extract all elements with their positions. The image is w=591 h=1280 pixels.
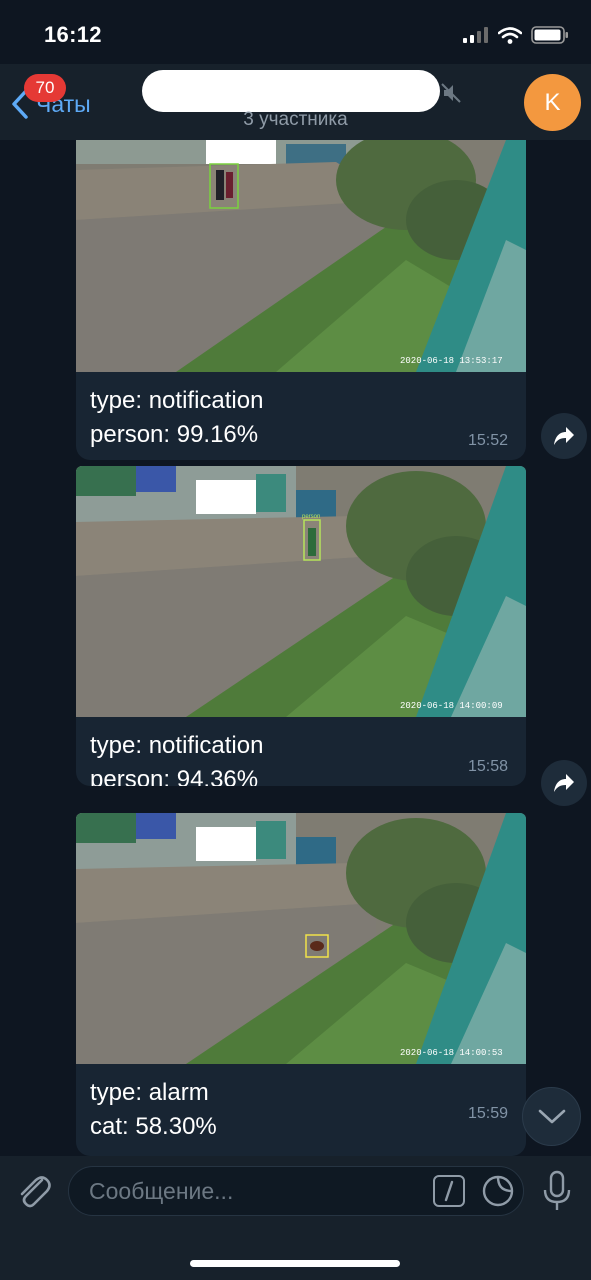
chevron-down-icon (538, 1109, 565, 1123)
share-icon (554, 774, 574, 792)
mute-icon (441, 83, 461, 103)
message-line-type: type: notification (90, 732, 264, 759)
status-time: 16:12 (44, 22, 102, 47)
command-button[interactable] (433, 1175, 465, 1207)
chat-subtitle: 3 участника (243, 109, 348, 130)
signal-icon (463, 27, 488, 43)
camera-photo[interactable]: 2020-06-18 14:00:53 (76, 813, 526, 1064)
photo-overlay-timestamp: 2020-06-18 13:53:17 (400, 356, 503, 366)
paperclip-icon[interactable] (14, 1170, 54, 1212)
photo-overlay-timestamp: 2020-06-18 14:00:09 (400, 701, 503, 711)
chat-avatar[interactable]: K (524, 74, 581, 131)
message-time: 15:59 (467, 1105, 508, 1122)
photo-message[interactable]: person 2020-06-18 14:00:09 type: notific… (76, 466, 526, 786)
chat-header: Чаты 70 3 участника K (0, 64, 591, 140)
chat-title-redacted[interactable] (142, 70, 440, 112)
forward-button[interactable] (541, 760, 587, 806)
message-line-type: type: alarm (90, 1079, 209, 1106)
message-time: 15:58 (467, 758, 508, 775)
message-time: 15:52 (467, 432, 508, 449)
forward-button[interactable] (541, 413, 587, 459)
message-line-detection: cat: 58.30% (90, 1113, 217, 1140)
share-icon (554, 427, 574, 445)
scroll-to-bottom-button[interactable] (522, 1087, 581, 1146)
microphone-icon[interactable] (540, 1170, 574, 1214)
camera-photo[interactable]: 2020-06-18 13:53:17 (76, 140, 526, 372)
message-line-detection: person: 94.36% (90, 766, 259, 786)
photo-message[interactable]: 2020-06-18 14:00:53 type: alarm cat: 58.… (76, 813, 526, 1156)
message-list: 2020-06-18 13:53:17 type: notification p… (0, 140, 591, 1156)
status-bar: 16:12 (0, 0, 591, 64)
message-line-type: type: notification (90, 387, 264, 414)
wifi-icon (498, 26, 522, 44)
photo-message[interactable]: 2020-06-18 13:53:17 type: notification p… (76, 140, 526, 460)
battery-icon (531, 26, 568, 44)
message-text: type: alarm cat: 58.30% (76, 1064, 526, 1144)
camera-photo[interactable]: person 2020-06-18 14:00:09 (76, 466, 526, 717)
message-text: type: notification person: 94.36% (76, 717, 526, 786)
home-indicator (190, 1260, 400, 1267)
sticker-icon[interactable] (481, 1174, 515, 1208)
command-icon (444, 1180, 454, 1202)
message-text: type: notification person: 99.16% (76, 372, 526, 452)
unread-badge: 70 (24, 74, 66, 102)
detection-box-label: person (302, 514, 320, 520)
photo-overlay-timestamp: 2020-06-18 14:00:53 (400, 1048, 503, 1058)
message-line-detection: person: 99.16% (90, 421, 259, 448)
status-icons (463, 26, 569, 44)
